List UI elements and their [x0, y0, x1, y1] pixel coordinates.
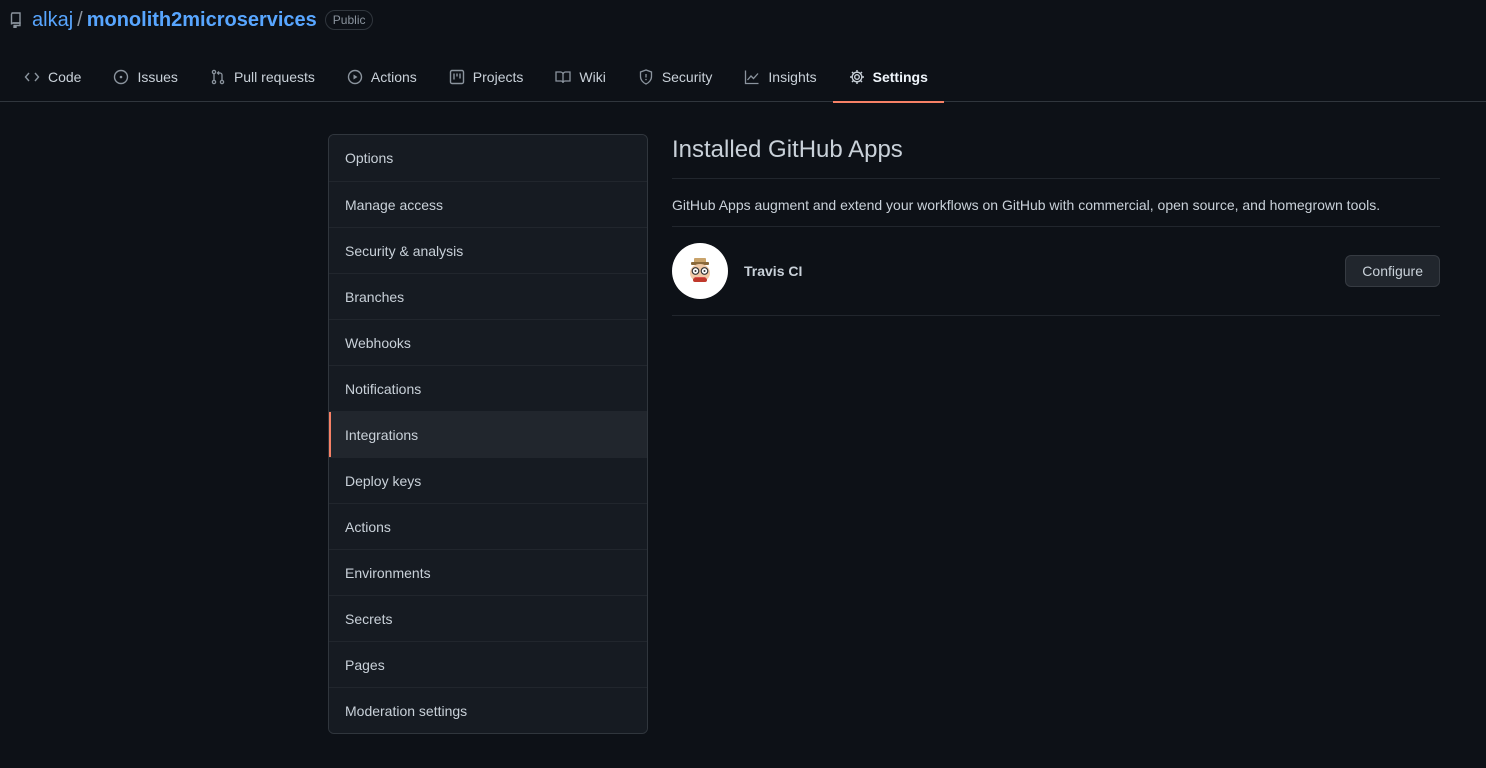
- tab-projects[interactable]: Projects: [433, 52, 540, 102]
- sidebar-item-integrations[interactable]: Integrations: [329, 411, 647, 457]
- repo-icon: [10, 12, 26, 28]
- sidebar-item-options[interactable]: Options: [329, 135, 647, 181]
- issue-icon: [113, 69, 129, 85]
- sidebar-item-webhooks[interactable]: Webhooks: [329, 319, 647, 365]
- sidebar-item-moderation-settings[interactable]: Moderation settings: [329, 687, 647, 733]
- tab-label: Wiki: [579, 69, 606, 85]
- visibility-badge: Public: [324, 10, 374, 30]
- tab-wiki[interactable]: Wiki: [539, 52, 621, 102]
- tab-security[interactable]: Security: [622, 52, 729, 102]
- tab-pull-requests[interactable]: Pull requests: [194, 52, 331, 102]
- tab-label: Projects: [472, 69, 524, 85]
- repo-path-separator: /: [77, 8, 83, 31]
- pull-request-icon: [210, 69, 226, 85]
- tab-label: Actions: [370, 69, 417, 85]
- app-name: Travis CI: [744, 263, 803, 279]
- sidebar-item-actions[interactable]: Actions: [329, 503, 647, 549]
- sidebar-item-branches[interactable]: Branches: [329, 273, 647, 319]
- page-title: Installed GitHub Apps: [672, 134, 1440, 179]
- installed-app-row: Travis CI Configure: [672, 227, 1440, 316]
- travis-ci-avatar: [672, 243, 728, 299]
- tab-actions[interactable]: Actions: [331, 52, 433, 102]
- page-description: GitHub Apps augment and extend your work…: [672, 179, 1440, 227]
- repo-header: alkaj / monolith2microservices Public Co…: [0, 0, 1486, 103]
- gear-icon: [849, 69, 865, 85]
- tab-label: Code: [48, 69, 82, 85]
- tab-label: Settings: [872, 69, 928, 85]
- tab-issues[interactable]: Issues: [97, 52, 193, 102]
- tab-label: Insights: [768, 69, 817, 85]
- settings-sidebar: Options Manage access Security & analysi…: [328, 134, 648, 734]
- tab-insights[interactable]: Insights: [728, 52, 832, 102]
- book-icon: [555, 69, 572, 85]
- shield-icon: [638, 69, 654, 85]
- sidebar-item-manage-access[interactable]: Manage access: [329, 181, 647, 227]
- sidebar-item-secrets[interactable]: Secrets: [329, 595, 647, 641]
- sidebar-item-pages[interactable]: Pages: [329, 641, 647, 687]
- sidebar-item-deploy-keys[interactable]: Deploy keys: [329, 457, 647, 503]
- sidebar-item-security-analysis[interactable]: Security & analysis: [329, 227, 647, 273]
- main-content: Installed GitHub Apps GitHub Apps augmen…: [672, 134, 1440, 316]
- configure-button[interactable]: Configure: [1345, 255, 1440, 287]
- tab-code[interactable]: Code: [8, 52, 97, 102]
- sidebar-item-notifications[interactable]: Notifications: [329, 365, 647, 411]
- repo-tabs: Code Issues Pull requests Actions Projec…: [8, 52, 945, 103]
- sidebar-item-environments[interactable]: Environments: [329, 549, 647, 595]
- code-icon: [24, 69, 40, 85]
- repo-title: alkaj / monolith2microservices Public: [10, 6, 374, 34]
- tab-label: Issues: [137, 69, 178, 85]
- play-icon: [347, 69, 363, 85]
- project-icon: [449, 69, 465, 85]
- tab-label: Security: [661, 69, 713, 85]
- tab-settings[interactable]: Settings: [832, 52, 945, 103]
- repo-name-link[interactable]: monolith2microservices: [87, 9, 317, 32]
- graph-icon: [744, 69, 760, 85]
- travis-mascot-icon: [690, 258, 710, 282]
- tab-label: Pull requests: [233, 69, 315, 85]
- repo-owner-link[interactable]: alkaj: [32, 9, 73, 32]
